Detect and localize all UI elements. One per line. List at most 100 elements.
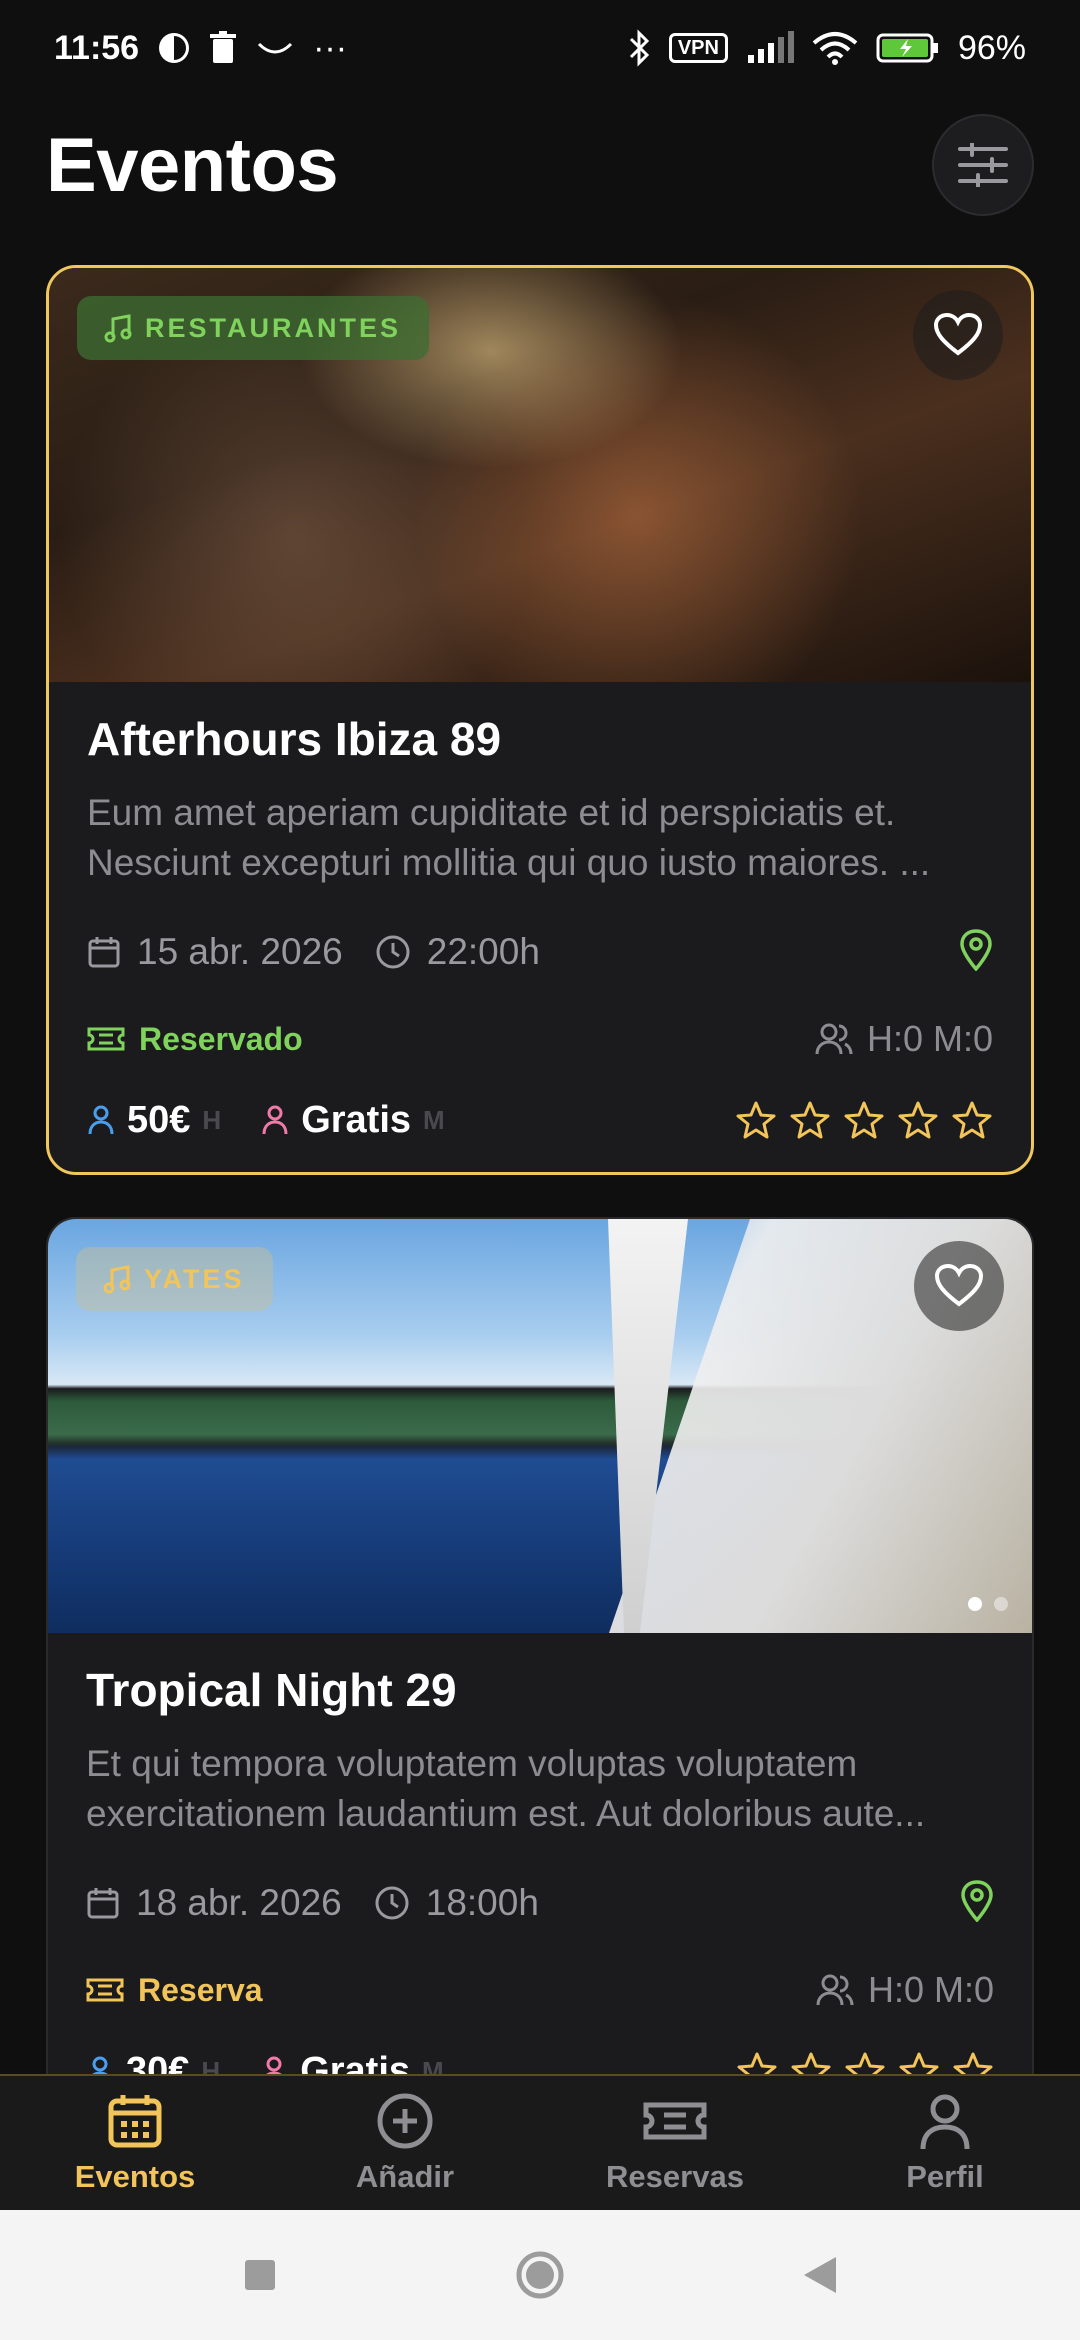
clock-icon [375, 1886, 409, 1920]
event-card[interactable]: YATES Tropical Night 29 Et qui tempora v… [46, 1217, 1034, 2075]
rating-stars[interactable] [736, 2051, 994, 2075]
price-female: Gratis M [260, 2049, 444, 2076]
map-pin-icon [961, 1879, 993, 1923]
plus-circle-icon [377, 2093, 433, 2149]
star-icon[interactable] [952, 2051, 994, 2075]
event-title: Afterhours Ibiza 89 [87, 713, 502, 765]
nav-item-perfil[interactable]: Perfil [825, 2091, 1065, 2195]
map-pin-icon [960, 928, 992, 972]
attendee-count-text: H:0 M:0 [867, 1969, 994, 2010]
event-image[interactable]: RESTAURANTES [49, 268, 1031, 682]
category-label: YATES [144, 1263, 245, 1294]
wifi-icon [812, 32, 858, 65]
female-user-icon [265, 2056, 283, 2075]
system-nav-bar [0, 2210, 1080, 2340]
calendar-icon [88, 937, 120, 968]
nav-item-reservas[interactable]: Reservas [555, 2091, 795, 2195]
carousel-dot[interactable] [994, 1597, 1008, 1611]
battery-charging-icon [876, 33, 938, 63]
ticket-icon [87, 1027, 125, 1051]
event-image[interactable]: YATES [48, 1219, 1032, 1633]
date-text: 15 abr. 2026 [137, 931, 343, 972]
star-icon[interactable] [897, 1100, 939, 1140]
carousel-dot[interactable] [968, 1597, 982, 1611]
recents-button[interactable] [230, 2245, 290, 2305]
music-note-icon [103, 1265, 131, 1294]
male-user-icon [91, 2056, 109, 2075]
nav-label: Reservas [606, 2159, 744, 2194]
price-female-value: Gratis [301, 1098, 412, 1141]
price-male: 30€ H [86, 2049, 220, 2076]
price-male-value: 30€ [126, 2049, 190, 2076]
star-icon[interactable] [789, 1100, 831, 1140]
ticket-icon [86, 1978, 124, 2002]
sliders-icon [958, 143, 1008, 187]
star-icon[interactable] [898, 2051, 940, 2075]
nav-item-anadir[interactable]: Añadir [285, 2091, 525, 2195]
price-male-suffix: H [202, 1104, 222, 1135]
star-icon[interactable] [844, 2051, 886, 2075]
star-icon[interactable] [735, 1100, 777, 1140]
price-male-value: 50€ [127, 1098, 191, 1141]
event-time: 22:00h [375, 931, 540, 973]
nav-label: Eventos [74, 2159, 196, 2194]
event-card[interactable]: RESTAURANTES Afterhours Ibiza 89 Eum ame… [46, 265, 1034, 1175]
trash-icon [210, 31, 237, 63]
user-icon [920, 2094, 970, 2150]
heart-icon [934, 313, 982, 356]
price-female: Gratis M [261, 1099, 445, 1142]
signal-icon [747, 31, 794, 63]
nav-label: Perfil [906, 2159, 984, 2194]
ticket-icon [643, 2102, 707, 2140]
price-female-value: Gratis [300, 2049, 411, 2076]
price-row: 30€ H Gratis M [86, 2039, 994, 2075]
price-male: 50€ H [87, 1099, 221, 1142]
booking-row: Reservado H:0 M:0 [87, 1010, 993, 1068]
star-icon[interactable] [843, 1100, 885, 1140]
star-icon[interactable] [951, 1100, 993, 1140]
bluetooth-icon [629, 29, 649, 67]
prices: 50€ H Gratis M [87, 1099, 445, 1142]
booking-status[interactable]: Reserva [86, 1972, 263, 2009]
carousel-dots[interactable] [968, 1597, 1008, 1611]
attendee-count-text: H:0 M:0 [866, 1018, 993, 1059]
calendar-icon [87, 1888, 119, 1919]
price-female-suffix: M [423, 1104, 445, 1135]
more-notifications-icon: ··· [313, 28, 348, 67]
event-time: 18:00h [374, 1882, 539, 1924]
star-icon[interactable] [736, 2051, 778, 2075]
card-body: Afterhours Ibiza 89 Eum amet aperiam cup… [49, 682, 1031, 1152]
home-button[interactable] [510, 2245, 570, 2305]
event-title: Tropical Night 29 [86, 1664, 457, 1716]
booking-row: Reserva H:0 M:0 [86, 1961, 994, 2019]
time-text: 22:00h [426, 931, 540, 972]
users-icon [816, 1974, 854, 2006]
nav-label: Añadir [355, 2159, 455, 2194]
filter-button[interactable] [932, 114, 1034, 216]
booking-status[interactable]: Reservado [87, 1021, 303, 1058]
event-description: Et qui tempora voluptatem voluptas volup… [86, 1743, 926, 1834]
calendar-icon [108, 2095, 162, 2148]
clock-icon [376, 935, 410, 969]
page-title: Eventos [46, 122, 339, 208]
star-icon[interactable] [790, 2051, 832, 2075]
status-right: VPN 96% [627, 29, 1026, 68]
price-row: 50€ H Gratis M [87, 1088, 993, 1152]
music-note-icon [104, 314, 132, 343]
event-date: 18 abr. 2026 [86, 1882, 342, 1924]
status-left: 11:56 ··· [54, 29, 347, 68]
location-button[interactable] [959, 928, 993, 976]
location-button[interactable] [960, 1879, 994, 1927]
favorite-button[interactable] [914, 1241, 1004, 1331]
event-meta: 15 abr. 2026 22:00h [87, 922, 993, 982]
battery-percent: 96% [957, 28, 1026, 67]
status-time: 11:56 [54, 28, 140, 67]
back-button[interactable] [790, 2245, 850, 2305]
nav-item-eventos[interactable]: Eventos [15, 2091, 255, 2195]
event-feed[interactable]: RESTAURANTES Afterhours Ibiza 89 Eum ame… [0, 265, 1080, 2075]
favorite-button[interactable] [913, 290, 1003, 380]
rating-stars[interactable] [735, 1100, 993, 1140]
category-badge: RESTAURANTES [77, 296, 430, 360]
bottom-nav: Eventos Añadir Reservas Perfil [0, 2074, 1080, 2210]
category-badge: YATES [76, 1247, 273, 1311]
